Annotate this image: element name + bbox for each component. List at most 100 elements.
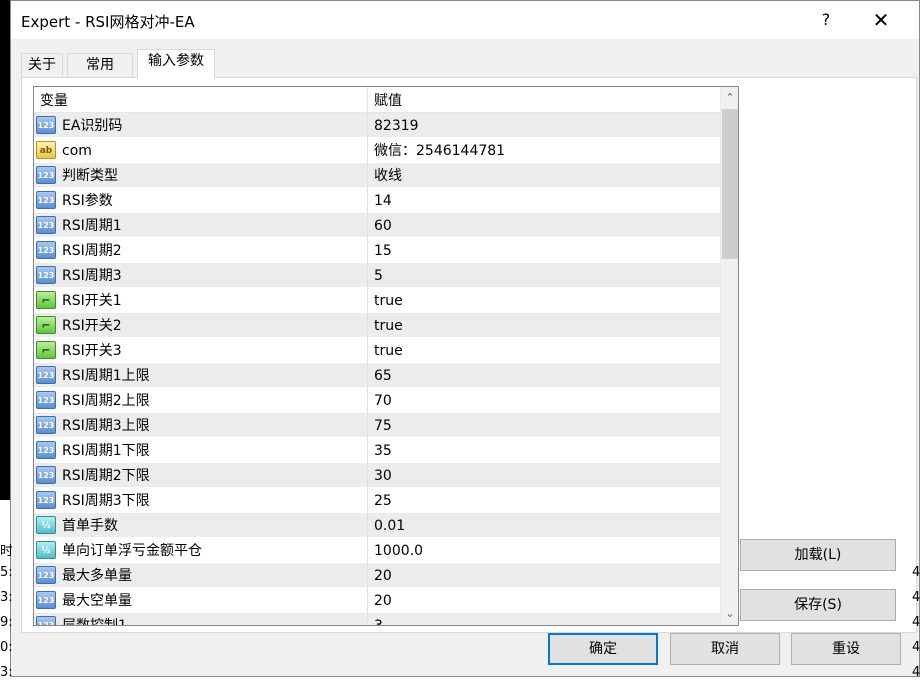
variable-cell: 123 RSI周期2 [34, 238, 368, 263]
reset-button[interactable]: 重设 [791, 633, 901, 665]
table-row[interactable]: 123 RSI周期1下限 35 [34, 438, 720, 463]
integer-type-icon: 123 [36, 441, 56, 459]
table-row[interactable]: ⌐ RSI开关1 true [34, 288, 720, 313]
integer-type-icon: 123 [36, 266, 56, 284]
table-row[interactable]: 123 最大空单量 20 [34, 588, 720, 613]
value-cell[interactable]: true [374, 288, 403, 313]
grid-rows: 123 EA识别码 82319 ab com 微信：2546144781 123 判断类型 收线… [34, 113, 720, 625]
help-button[interactable]: ? [806, 7, 846, 33]
variable-name: 单向订单浮亏金额平仓 [62, 543, 202, 559]
variable-cell: 123 EA识别码 [34, 113, 368, 138]
load-button[interactable]: 加载(L) [740, 539, 896, 571]
tab-common[interactable]: 常用 [67, 53, 133, 77]
value-cell[interactable]: 收线 [374, 163, 402, 188]
variable-cell: ab com [34, 138, 368, 163]
table-row[interactable]: 123 判断类型 收线 [34, 163, 720, 188]
table-row[interactable]: 123 RSI周期3上限 75 [34, 413, 720, 438]
variable-name: RSI开关2 [62, 318, 122, 334]
integer-type-icon: 123 [36, 241, 56, 259]
value-cell[interactable]: 0.01 [374, 513, 405, 538]
tab-about[interactable]: 关于 [21, 53, 63, 77]
integer-type-icon: 123 [36, 391, 56, 409]
table-row[interactable]: ⌐ RSI开关3 true [34, 338, 720, 363]
variable-name: 最大多单量 [62, 568, 132, 584]
cancel-button[interactable]: 取消 [670, 633, 780, 665]
variable-name: 首单手数 [62, 518, 118, 534]
variable-cell: 123 RSI周期1下限 [34, 438, 368, 463]
value-cell[interactable]: 5 [374, 263, 383, 288]
variable-cell: ⌐ RSI开关1 [34, 288, 368, 313]
table-row[interactable]: 123 最大多单量 20 [34, 563, 720, 588]
table-row[interactable]: 123 层数控制1 3 [34, 613, 720, 625]
column-header-variable[interactable]: 变量 [34, 87, 368, 113]
integer-type-icon: 123 [36, 491, 56, 509]
background-text-fragment: 5: [0, 565, 12, 580]
value-cell[interactable]: 70 [374, 388, 392, 413]
value-cell[interactable]: 30 [374, 463, 392, 488]
variable-name: RSI周期3上限 [62, 418, 150, 434]
value-cell[interactable]: 20 [374, 588, 392, 613]
close-button[interactable]: ✕ [861, 7, 901, 33]
value-cell[interactable]: 1000.0 [374, 538, 423, 563]
vertical-scrollbar[interactable]: ⌃ ⌄ [720, 87, 738, 625]
value-cell[interactable]: 82319 [374, 113, 419, 138]
value-cell[interactable]: 35 [374, 438, 392, 463]
table-row[interactable]: 123 RSI参数 14 [34, 188, 720, 213]
table-row[interactable]: 123 EA识别码 82319 [34, 113, 720, 138]
value-cell[interactable]: true [374, 313, 403, 338]
table-row[interactable]: ½ 首单手数 0.01 [34, 513, 720, 538]
table-row[interactable]: 123 RSI周期2 15 [34, 238, 720, 263]
window-title: Expert - RSI网格对冲-EA [21, 13, 195, 31]
integer-type-icon: 123 [36, 591, 56, 609]
value-cell[interactable]: 75 [374, 413, 392, 438]
boolean-type-icon: ⌐ [36, 291, 56, 309]
boolean-type-icon: ⌐ [36, 341, 56, 359]
scroll-thumb[interactable] [722, 109, 738, 259]
table-row[interactable]: 123 RSI周期1 60 [34, 213, 720, 238]
value-cell[interactable]: 14 [374, 188, 392, 213]
table-row[interactable]: 123 RSI周期1上限 65 [34, 363, 720, 388]
variable-cell: 123 最大多单量 [34, 563, 368, 588]
variable-name: RSI周期1 [62, 218, 122, 234]
tab-inputs[interactable]: 输入参数 [137, 49, 215, 79]
value-cell[interactable]: 微信：2546144781 [374, 138, 505, 163]
save-button[interactable]: 保存(S) [740, 589, 896, 621]
table-row[interactable]: 123 RSI周期2下限 30 [34, 463, 720, 488]
variable-cell: 123 RSI周期2下限 [34, 463, 368, 488]
variable-cell: 123 RSI参数 [34, 188, 368, 213]
value-cell[interactable]: 15 [374, 238, 392, 263]
table-row[interactable]: ½ 单向订单浮亏金额平仓 1000.0 [34, 538, 720, 563]
background-text-fragment: 9: [0, 615, 12, 630]
table-row[interactable]: ⌐ RSI开关2 true [34, 313, 720, 338]
table-row[interactable]: 123 RSI周期3下限 25 [34, 488, 720, 513]
value-cell[interactable]: 65 [374, 363, 392, 388]
variable-cell: 123 RSI周期2上限 [34, 388, 368, 413]
value-cell[interactable]: true [374, 338, 403, 363]
value-cell[interactable]: 25 [374, 488, 392, 513]
variable-name: RSI周期3 [62, 268, 122, 284]
integer-type-icon: 123 [36, 416, 56, 434]
table-row[interactable]: 123 RSI周期3 5 [34, 263, 720, 288]
column-header-value[interactable]: 赋值 [368, 87, 720, 113]
variable-cell: 123 层数控制1 [34, 613, 368, 625]
variable-cell: 123 RSI周期1上限 [34, 363, 368, 388]
integer-type-icon: 123 [36, 366, 56, 384]
value-cell[interactable]: 60 [374, 213, 392, 238]
variable-name: RSI周期2上限 [62, 393, 150, 409]
parameters-grid[interactable]: 变量 赋值 123 EA识别码 82319 ab com 微信：2546144781 123… [33, 86, 739, 626]
double-type-icon: ½ [36, 516, 56, 534]
variable-cell: ½ 首单手数 [34, 513, 368, 538]
table-row[interactable]: 123 RSI周期2上限 70 [34, 388, 720, 413]
value-cell[interactable]: 20 [374, 563, 392, 588]
background-text-fragment: 时 [0, 544, 12, 559]
variable-cell: ⌐ RSI开关2 [34, 313, 368, 338]
background-text-fragment: 4 [912, 590, 920, 605]
scroll-up-icon[interactable]: ⌃ [721, 89, 738, 107]
integer-type-icon: 123 [36, 566, 56, 584]
scroll-down-icon[interactable]: ⌄ [721, 605, 738, 623]
value-cell[interactable]: 3 [374, 613, 383, 625]
variable-name: 最大空单量 [62, 593, 132, 609]
variable-cell: ⌐ RSI开关3 [34, 338, 368, 363]
table-row[interactable]: ab com 微信：2546144781 [34, 138, 720, 163]
ok-button[interactable]: 确定 [548, 633, 658, 665]
